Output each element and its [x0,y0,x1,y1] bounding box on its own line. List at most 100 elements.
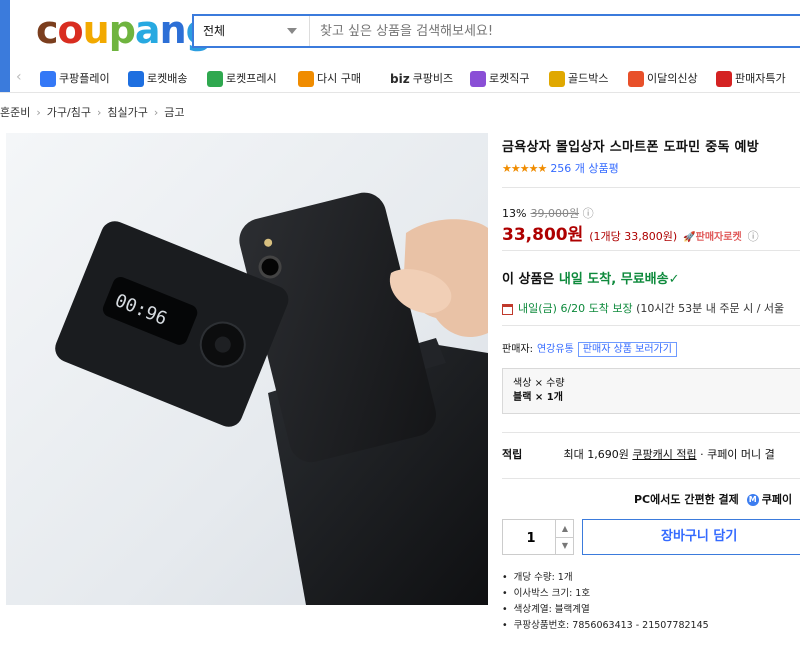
nav-item-label: 로켓배송 [147,72,188,85]
coupay-icon: M [746,494,759,506]
chevron-down-icon [287,28,297,34]
product-image[interactable]: 00:96 [6,133,488,605]
search-bar: 전체 [192,14,800,48]
gold-box-icon [549,71,565,87]
nav-item-label: 다시 구매 [317,72,361,85]
breadcrumb-item[interactable]: 금고 [164,106,184,119]
arrival-note: (10시간 53분 내 주문 시 / 서울 [636,302,785,315]
header-divider [0,92,800,93]
category-nav: ‹ 쿠팡플레이 로켓배송 로켓프레시 다시 구매 biz 쿠팡비즈 로켓직구 골드박스 이달의신… [0,66,800,92]
star-rating-icon: ★★★★★ [502,162,547,175]
seller-name-link[interactable]: 연강유통 [537,344,574,355]
rating[interactable]: ★★★★★ 256 개 상품평 [502,160,619,176]
nav-item-label: 골드박스 [568,72,609,85]
chevron-right-icon: › [96,106,102,119]
product-photo-svg: 00:96 [55,192,488,605]
product-detail-item: 쿠팡상품번호: 7856063413 - 21507782145 [502,618,709,634]
search-input[interactable] [312,16,792,46]
divider [502,478,800,479]
nav-item-4[interactable]: 다시 구매 [298,70,361,88]
play-icon [40,71,56,87]
original-price: 39,000원 [530,207,580,220]
discount-line: 13% 39,000원 ⓘ [502,205,594,221]
quantity-down-button[interactable]: ▼ [555,537,574,554]
nav-item-label: 판매자특가 [735,72,786,85]
info-icon[interactable]: ⓘ [583,207,594,220]
check-icon: ✓ [668,272,680,287]
rocket-icon [128,71,144,87]
nav-item-8[interactable]: 이달의신상 [628,70,698,88]
seller-rocket-badge: 🚀판매자로켓 [683,232,742,243]
nav-item-1[interactable]: 쿠팡플레이 [40,70,110,88]
nav-item-label: 로켓직구 [489,72,530,85]
new-bag-icon [628,71,644,87]
selected-option-box[interactable]: 색상 × 수량 블랙 × 1개 [502,368,800,414]
price-line: 33,800원 (1개당 33,800원) 🚀판매자로켓 ⓘ [502,220,759,245]
breadcrumb-item[interactable]: 침실가구 [107,106,147,119]
review-count-link[interactable]: 256 개 상품평 [550,162,618,175]
nav-item-label: 쿠팡플레이 [59,72,110,85]
divider [502,250,800,251]
nav-item-2[interactable]: 로켓배송 [128,70,187,88]
divider [502,325,800,326]
delivery-promise: 이 상품은 내일 도착, 무료배송✓ [502,268,679,287]
nav-item-3[interactable]: 로켓프레시 [207,70,277,88]
logo-letter: u [82,8,110,52]
pay-brand: 쿠페이 [761,493,793,506]
points-rest: · 쿠페이 머니 결 [700,448,775,461]
divider [502,187,800,188]
nav-item-label: 이달의신상 [647,72,698,85]
seller-label: 판매자: [502,344,533,355]
option-value: 블랙 × 1개 [513,392,563,403]
nav-item-6[interactable]: 로켓직구 [470,70,529,88]
search-category-select[interactable]: 전체 [194,16,310,46]
breadcrumb-item[interactable]: 가구/침구 [47,106,91,119]
rocket-global-icon [470,71,486,87]
info-icon[interactable]: ⓘ [748,230,759,243]
add-to-cart-button[interactable]: 장바구니 담기 [582,519,800,555]
product-title: 금욕상자 몰입상자 스마트폰 도파민 중독 예방 [502,140,760,155]
arrival-date: 내일(금) 6/20 도착 보장 [518,302,633,315]
nav-item-9[interactable]: 판매자특가 [716,70,786,88]
search-category-label: 전체 [203,24,226,38]
product-detail-item: 개당 수량: 1개 [502,570,709,586]
coupang-logo[interactable]: coupang [36,8,213,52]
discount-rate: 13% [502,207,527,220]
nav-item-5[interactable]: biz 쿠팡비즈 [390,70,453,88]
chevron-right-icon: › [36,106,41,119]
product-detail-item: 이사박스 크기: 1호 [502,586,709,602]
logo-letter: o [57,8,84,52]
logo-letter: n [159,8,187,52]
nav-item-7[interactable]: 골드박스 [549,70,608,88]
nav-item-label: 로켓프레시 [226,72,277,85]
seller-info: 판매자: 연강유통 판매자 상품 보러가기 [502,340,677,357]
divider [502,432,800,433]
coupay-banner: PC에서도 간편한 결제 M 쿠페이 [634,491,792,507]
percent-icon [716,71,732,87]
biz-icon: biz [390,72,410,86]
basket-icon [298,71,314,87]
pay-text: PC에서도 간편한 결제 [634,493,739,506]
quantity-stepper: ▲ ▼ [502,519,574,556]
logo-letter: a [134,8,161,52]
logo-letter: p [108,8,136,52]
nav-item-label: 쿠팡비즈 [412,72,454,85]
rocket-fresh-icon [207,71,223,87]
quantity-up-button[interactable]: ▲ [555,520,574,538]
sale-price: 33,800원 [502,225,584,245]
quantity-input[interactable] [503,520,559,556]
coupang-cash-link[interactable]: 쿠팡캐시 적립 [632,448,696,461]
arrival-info: 내일(금) 6/20 도착 보장 (10시간 53분 내 주문 시 / 서울 [502,300,784,316]
product-detail-item: 색상계열: 블랙계열 [502,602,709,618]
unit-price: (1개당 33,800원) [589,230,678,243]
delivery-main: 내일 도착, 무료배송 [558,272,669,287]
points-info: 적립 최대 1,690원 쿠팡캐시 적립 · 쿠페이 머니 결 [502,446,775,462]
product-details-list: 개당 수량: 1개이사박스 크기: 1호색상계열: 블랙계열쿠팡상품번호: 78… [502,570,709,634]
breadcrumb-item[interactable]: 혼준비 [0,106,30,119]
points-label: 적립 [502,448,523,461]
seller-products-button[interactable]: 판매자 상품 보러가기 [577,342,677,357]
chevron-left-icon[interactable]: ‹ [16,69,22,85]
calendar-icon [502,303,513,315]
option-label: 색상 × 수량 [513,378,565,389]
delivery-prefix: 이 상품은 [502,272,555,287]
